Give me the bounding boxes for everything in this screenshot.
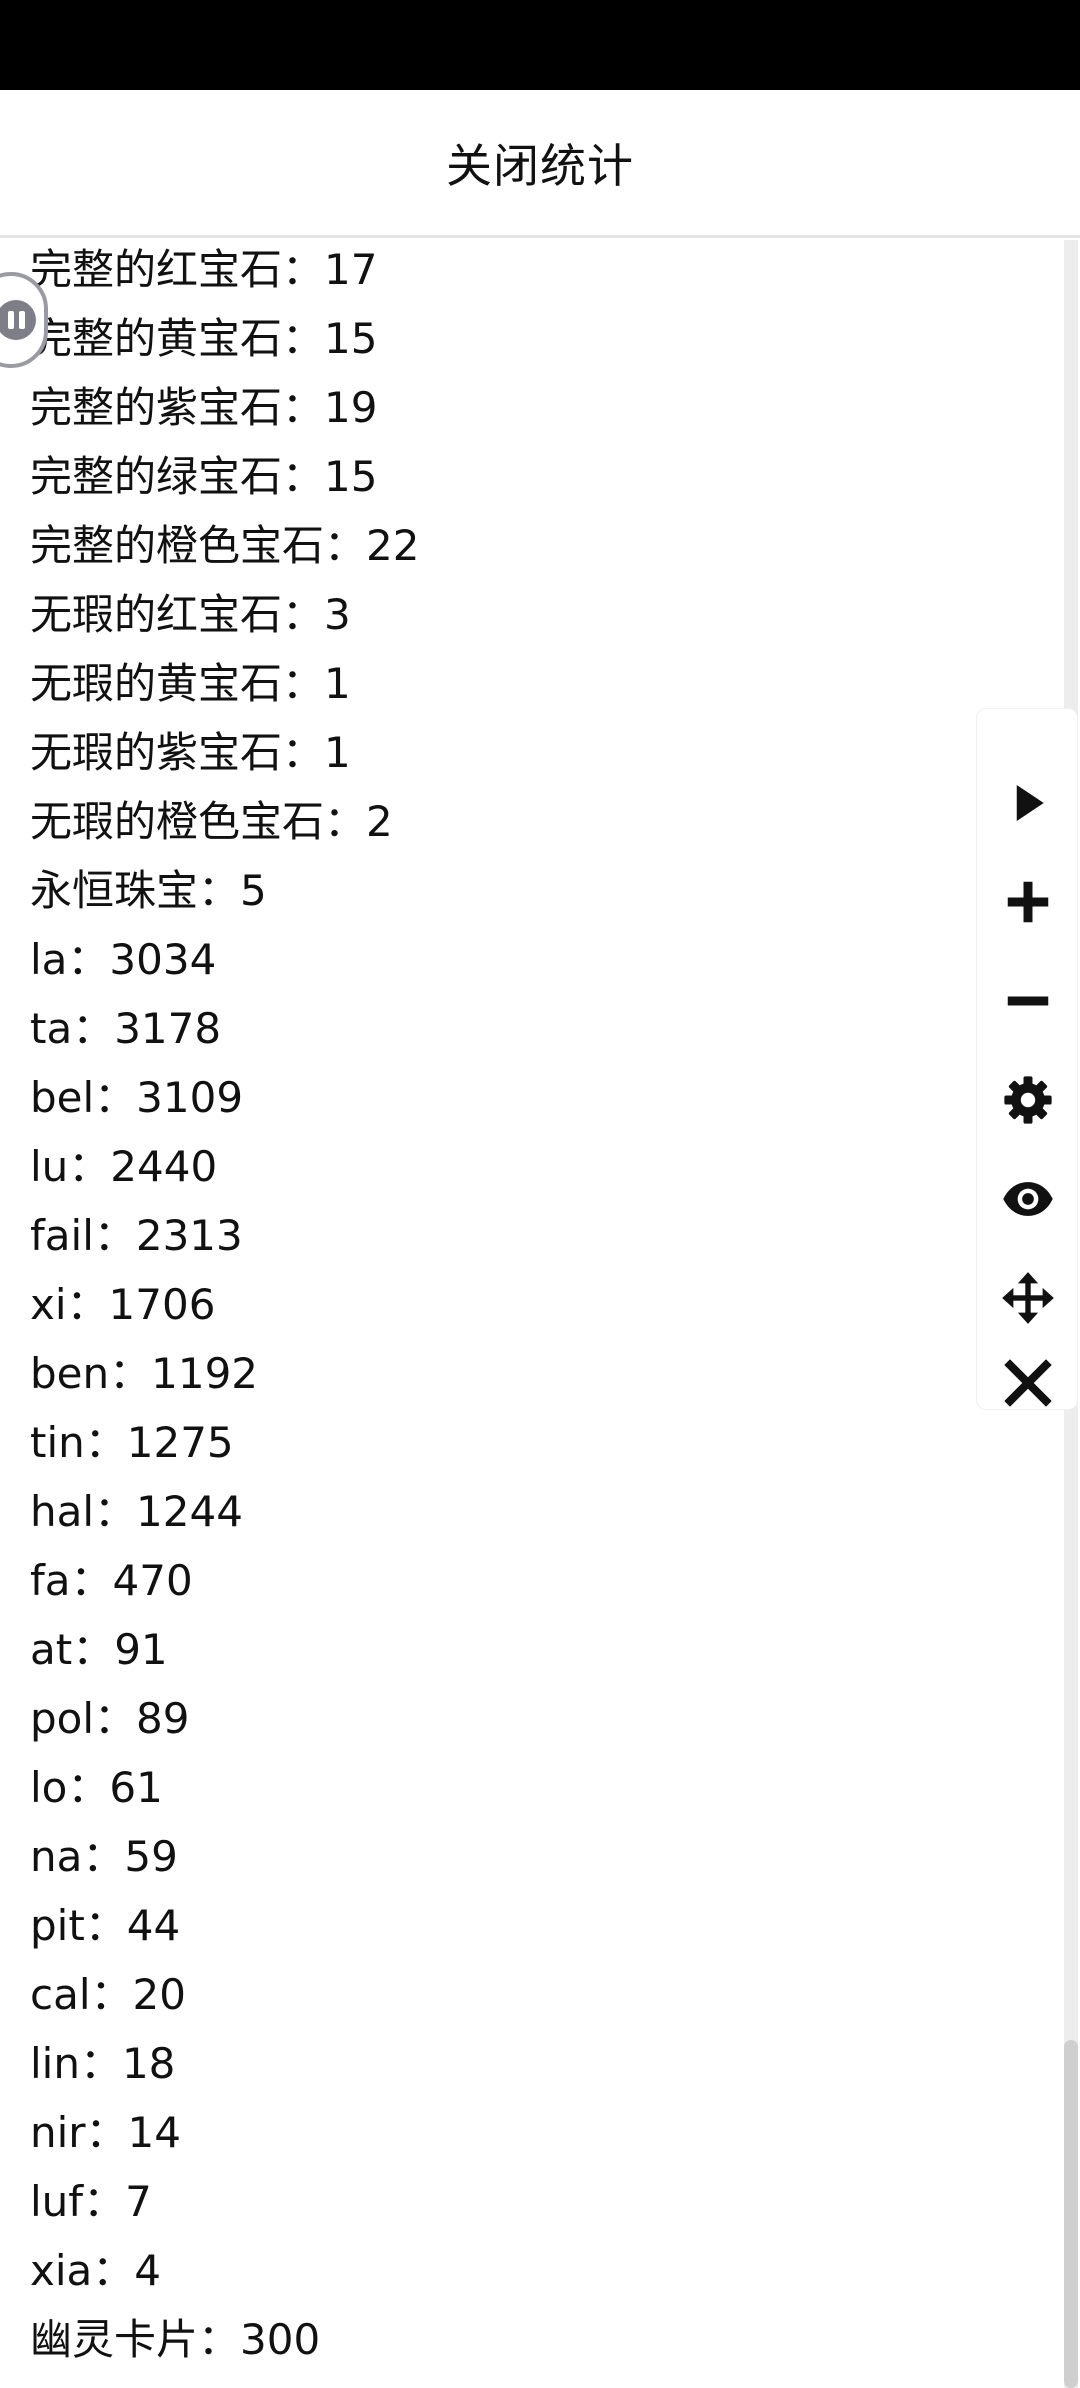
- settings-button[interactable]: [977, 1058, 1079, 1142]
- stat-row: 完整的紫宝石：19: [30, 383, 378, 432]
- zoom-out-button[interactable]: [977, 959, 1079, 1043]
- play-button[interactable]: [977, 761, 1079, 845]
- move-icon: [1002, 1272, 1054, 1324]
- stat-row: lo：61: [30, 1763, 163, 1812]
- stat-row: nir：14: [30, 2108, 181, 2157]
- close-stats-title[interactable]: 关闭统计: [446, 130, 634, 196]
- floating-toolbar: [976, 708, 1078, 1410]
- stat-row: lu：2440: [30, 1142, 218, 1191]
- stat-row: 无瑕的黄宝石：1: [30, 659, 351, 708]
- stat-row: 完整的橙色宝石：22: [30, 521, 420, 570]
- pause-icon: [0, 300, 36, 340]
- stat-row: xia：4: [30, 2246, 161, 2295]
- stat-row: pit：44: [30, 1901, 181, 1950]
- move-button[interactable]: [977, 1256, 1079, 1340]
- stat-row: na：59: [30, 1832, 178, 1881]
- plus-icon: [1007, 881, 1049, 923]
- stat-row: 无瑕的红宝石：3: [30, 590, 351, 639]
- close-button[interactable]: [977, 1355, 1079, 1411]
- stat-row: at：91: [30, 1625, 168, 1674]
- play-icon: [1016, 785, 1044, 821]
- stats-list[interactable]: 完整的红宝石：17 完整的黄宝石：15 完整的紫宝石：19 完整的绿宝石：15 …: [30, 240, 1030, 2388]
- stat-row: fa：470: [30, 1556, 193, 1605]
- close-icon: [1004, 1359, 1052, 1407]
- eye-icon: [1003, 1182, 1053, 1216]
- stat-row: 无瑕的橙色宝石：2: [30, 797, 393, 846]
- stat-row: fail：2313: [30, 1211, 243, 1260]
- stat-row: ta：3178: [30, 1004, 222, 1053]
- stat-row: luf：7: [30, 2177, 152, 2226]
- stat-row: 完整的红宝石：17: [30, 245, 378, 294]
- stat-row: 完整的绿宝石：15: [30, 452, 378, 501]
- stat-row: 永恒珠宝：5: [30, 866, 267, 915]
- stat-row: 无瑕的紫宝石：1: [30, 728, 351, 777]
- status-bar: [0, 0, 1080, 90]
- gear-icon: [1004, 1076, 1052, 1124]
- stat-row: lin：18: [30, 2039, 176, 2088]
- scrollbar-thumb[interactable]: [1064, 2040, 1078, 2388]
- stat-row: hal：1244: [30, 1487, 243, 1536]
- stat-row: 幽灵卡片：300: [30, 2315, 321, 2364]
- stat-row: xi：1706: [30, 1280, 216, 1329]
- stat-row: bel：3109: [30, 1073, 244, 1122]
- zoom-in-button[interactable]: [977, 860, 1079, 944]
- stat-row: pol：89: [30, 1694, 190, 1743]
- visibility-button[interactable]: [977, 1157, 1079, 1241]
- stat-row: 完整的黄宝石：15: [30, 314, 378, 363]
- stat-row: ben：1192: [30, 1349, 259, 1398]
- minus-icon: [1007, 996, 1049, 1006]
- stat-row: tin：1275: [30, 1418, 234, 1467]
- stat-row: cal：20: [30, 1970, 186, 2019]
- stat-row: la：3034: [30, 935, 217, 984]
- header: 关闭统计: [0, 90, 1080, 238]
